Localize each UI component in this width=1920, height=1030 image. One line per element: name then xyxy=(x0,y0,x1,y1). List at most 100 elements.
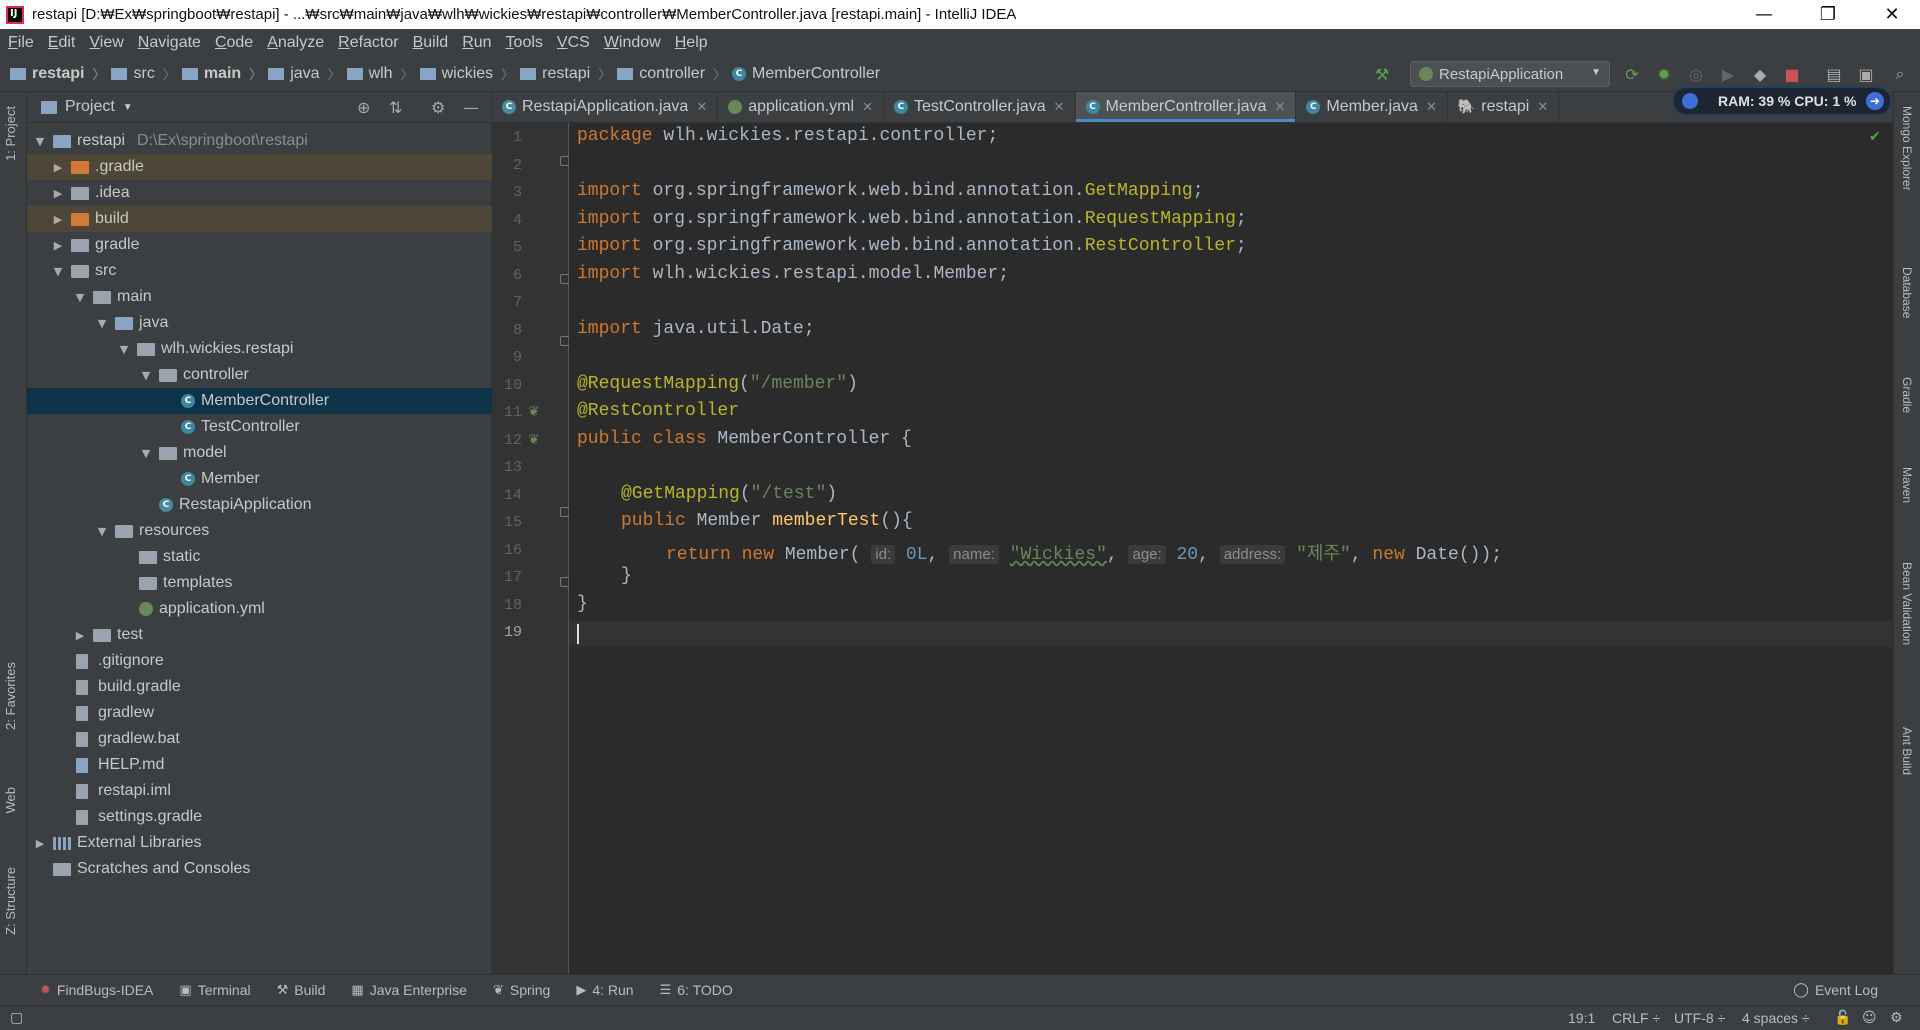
encoding-select[interactable]: UTF-8 ÷ xyxy=(1674,1010,1725,1026)
project-tool-tab[interactable]: 1: Project xyxy=(3,106,18,161)
event-log-button[interactable]: ◯ Event Log xyxy=(1793,982,1878,998)
terminal-tool-button[interactable]: ▣ Terminal xyxy=(179,982,250,998)
layout-icon[interactable]: ▣ xyxy=(1856,64,1876,84)
tree-item-build-gradle[interactable]: build.gradle xyxy=(27,674,492,700)
tree-item-java[interactable]: ▼ java xyxy=(27,310,492,336)
tree-item-model[interactable]: ▼ model xyxy=(27,440,492,466)
expanded-icon[interactable]: ▼ xyxy=(95,317,109,330)
tree-item-testcontroller[interactable]: C TestController xyxy=(27,414,492,440)
stop-icon[interactable]: ■ xyxy=(1782,64,1802,84)
menu-tools[interactable]: Tools xyxy=(506,34,543,52)
menu-file[interactable]: File xyxy=(8,34,34,52)
indent-select[interactable]: 4 spaces ÷ xyxy=(1742,1010,1810,1026)
collapsed-icon[interactable]: ▶ xyxy=(51,187,65,200)
editor-gutter[interactable]: 1 2 3 4 5 6 7 8 9 10 11 12 13 14 15 16 1… xyxy=(492,123,570,974)
expanded-icon[interactable]: ▼ xyxy=(117,343,131,356)
tree-item-gradle[interactable]: ▶ gradle xyxy=(27,232,492,258)
tree-item-restapiapplication[interactable]: C RestapiApplication xyxy=(27,492,492,518)
hide-icon[interactable]: — xyxy=(463,98,479,117)
collapsed-icon[interactable]: ▶ xyxy=(33,837,47,850)
build-tool-button[interactable]: ⚒ Build xyxy=(277,982,326,998)
breadcrumb-main[interactable]: main 〉 xyxy=(181,64,262,83)
run-icon[interactable]: ▶ xyxy=(1718,64,1738,84)
maven-tab[interactable]: Maven xyxy=(1900,467,1914,503)
inspection-ok-icon[interactable]: ✔ xyxy=(1869,129,1881,145)
tree-item-build[interactable]: ▶ build xyxy=(27,206,492,232)
expanded-icon[interactable]: ▼ xyxy=(51,265,65,278)
coverage-icon[interactable]: ◎ xyxy=(1686,64,1706,84)
hammer-icon[interactable]: ⚒ xyxy=(1372,64,1392,84)
breadcrumb-java[interactable]: java 〉 xyxy=(268,64,341,83)
tree-item-controller[interactable]: ▼ controller xyxy=(27,362,492,388)
close-tab-icon[interactable]: ✕ xyxy=(1274,99,1285,115)
menu-navigate[interactable]: Navigate xyxy=(138,34,201,52)
locate-icon[interactable]: ⊕ xyxy=(357,98,370,117)
close-button[interactable]: ✕ xyxy=(1864,0,1920,29)
tree-item-restapi[interactable]: ▼ restapi D:\Ex\springboot\restapi xyxy=(27,128,492,154)
menu-analyze[interactable]: Analyze xyxy=(267,34,324,52)
menu-help[interactable]: Help xyxy=(675,34,708,52)
close-tab-icon[interactable]: ✕ xyxy=(1537,99,1548,115)
gear-icon[interactable]: ⚙ xyxy=(1890,1010,1903,1026)
tree-item-gradlew-bat[interactable]: gradlew.bat xyxy=(27,726,492,752)
tree-item-help-md[interactable]: HELP.md xyxy=(27,752,492,778)
breadcrumb-wlh[interactable]: wlh 〉 xyxy=(346,64,414,83)
tree-item-settings-gradle[interactable]: settings.gradle xyxy=(27,804,492,830)
tree-item-idea[interactable]: ▶ .idea xyxy=(27,180,492,206)
tab-member[interactable]: C Member.java ✕ xyxy=(1296,92,1448,122)
spring-bean-icon[interactable]: ❦ xyxy=(528,432,540,448)
breadcrumb-wickies[interactable]: wickies 〉 xyxy=(419,64,514,83)
menu-edit[interactable]: Edit xyxy=(48,34,76,52)
tree-item-gradle-dir[interactable]: ▶ .gradle xyxy=(27,154,492,180)
tree-item-scratches[interactable]: Scratches and Consoles xyxy=(27,856,492,882)
spring-bean-icon[interactable]: ❦ xyxy=(528,404,540,420)
lock-icon[interactable]: 🔓 xyxy=(1834,1010,1851,1026)
database-tab[interactable]: Database xyxy=(1900,267,1914,318)
mongo-explorer-tab[interactable]: Mongo Explorer xyxy=(1900,106,1914,191)
gear-icon[interactable]: ⚙ xyxy=(431,98,445,117)
expanded-icon[interactable]: ▼ xyxy=(73,291,87,304)
restore-button[interactable]: ❐ xyxy=(1800,0,1856,29)
ant-build-tab[interactable]: Ant Build xyxy=(1900,727,1914,775)
breadcrumb-src[interactable]: src 〉 xyxy=(111,64,176,83)
inspector-icon[interactable]: ☺ xyxy=(1862,1010,1877,1026)
tab-restapi-gradle[interactable]: 🐘 restapi ✕ xyxy=(1448,92,1560,122)
code-editor[interactable]: package wlh.wickies.restapi.controller; … xyxy=(569,123,1893,974)
menu-run[interactable]: Run xyxy=(462,34,491,52)
todo-tool-button[interactable]: ☰ 6: TODO xyxy=(660,982,733,998)
toggle-tool-windows-icon[interactable]: ▢ xyxy=(10,1010,23,1026)
tree-item-member[interactable]: C Member xyxy=(27,466,492,492)
profile-icon[interactable]: ◆ xyxy=(1750,64,1770,84)
tree-item-test[interactable]: ▶ test xyxy=(27,622,492,648)
tree-item-external-libraries[interactable]: ▶ External Libraries xyxy=(27,830,492,856)
bean-validation-tab[interactable]: Bean Validation xyxy=(1900,562,1914,645)
close-tab-icon[interactable]: ✕ xyxy=(1426,99,1437,115)
chevron-down-icon[interactable]: ▼ xyxy=(123,102,133,113)
spring-tool-button[interactable]: ❦ Spring xyxy=(493,982,550,998)
close-tab-icon[interactable]: ✕ xyxy=(696,99,707,115)
debug-icon[interactable]: ✹ xyxy=(1654,64,1674,84)
findbugs-tool-button[interactable]: ✹ FindBugs-IDEA xyxy=(40,982,153,998)
close-tab-icon[interactable]: ✕ xyxy=(862,99,873,115)
collapsed-icon[interactable]: ▶ xyxy=(73,629,87,642)
expanded-icon[interactable]: ▼ xyxy=(33,135,47,148)
breadcrumb-controller[interactable]: controller 〉 xyxy=(617,64,726,83)
collapsed-icon[interactable]: ▶ xyxy=(51,239,65,252)
project-structure-icon[interactable]: ▤ xyxy=(1824,64,1844,84)
arrow-right-icon[interactable]: ➜ xyxy=(1866,92,1884,110)
structure-tool-tab[interactable]: Z: Structure xyxy=(3,867,18,935)
collapse-all-icon[interactable]: ⇅ xyxy=(389,98,402,117)
collapsed-icon[interactable]: ▶ xyxy=(51,161,65,174)
menu-vcs[interactable]: VCS xyxy=(557,34,590,52)
memory-indicator[interactable]: RAM: 39 % CPU: 1 % ➜ xyxy=(1672,86,1892,116)
tree-item-templates[interactable]: templates xyxy=(27,570,492,596)
caret-position[interactable]: 19:1 xyxy=(1568,1010,1595,1026)
breadcrumb-restapi[interactable]: restapi 〉 xyxy=(10,64,105,83)
expanded-icon[interactable]: ▼ xyxy=(139,369,153,382)
project-view-select[interactable]: Project xyxy=(65,98,115,116)
expanded-icon[interactable]: ▼ xyxy=(139,447,153,460)
tab-membercontroller[interactable]: C MemberController.java ✕ xyxy=(1075,92,1297,122)
menu-build[interactable]: Build xyxy=(413,34,449,52)
expanded-icon[interactable]: ▼ xyxy=(95,525,109,538)
collapsed-icon[interactable]: ▶ xyxy=(51,213,65,226)
